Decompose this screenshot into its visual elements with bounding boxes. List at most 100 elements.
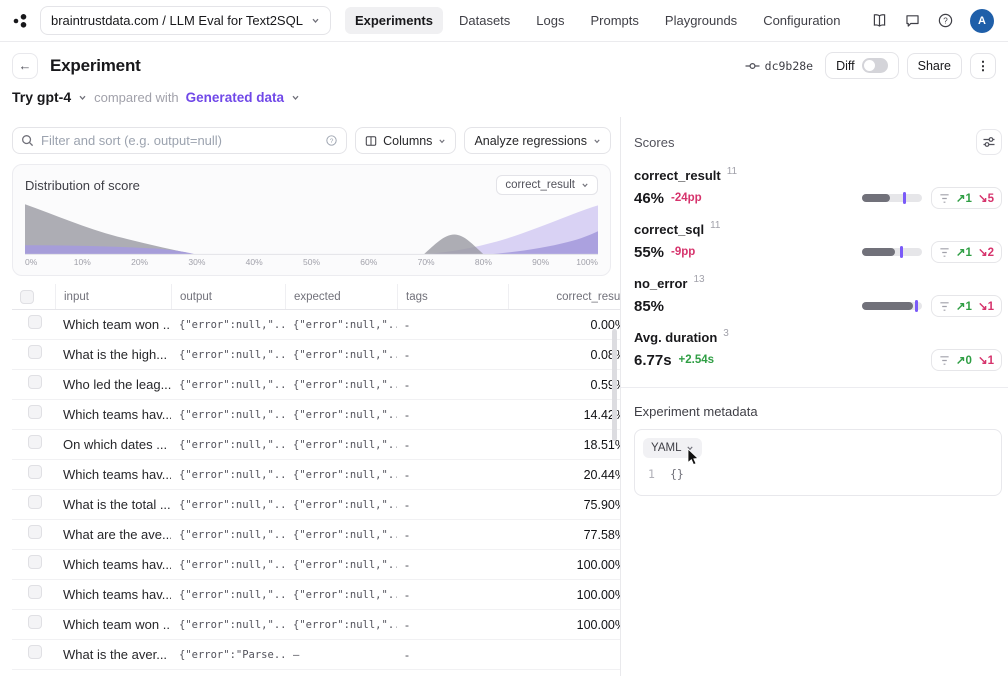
row-checkbox[interactable]: [28, 345, 42, 359]
baseline-selector[interactable]: Generated data: [186, 90, 284, 105]
row-checkbox[interactable]: [28, 645, 42, 659]
regressions-pill[interactable]: ↗0 ↘1: [931, 349, 1002, 371]
table-row[interactable]: What is the total ... {"error":null,"...…: [12, 490, 621, 520]
tab-prompts[interactable]: Prompts: [581, 7, 649, 34]
cell-output[interactable]: {"error":null,"...: [171, 379, 285, 391]
tab-datasets[interactable]: Datasets: [449, 7, 520, 34]
cell-input[interactable]: What is the high...: [55, 347, 171, 362]
row-checkbox[interactable]: [28, 465, 42, 479]
cell-output[interactable]: {"error":"Parse...: [171, 649, 285, 661]
project-selector[interactable]: braintrustdata.com / LLM Eval for Text2S…: [40, 6, 331, 35]
cell-expected[interactable]: {"error":null,"...: [285, 589, 397, 601]
metadata-code[interactable]: {}: [670, 467, 684, 481]
row-checkbox[interactable]: [28, 495, 42, 509]
row-checkbox[interactable]: [28, 525, 42, 539]
scores-settings-button[interactable]: [976, 129, 1002, 155]
cell-input[interactable]: Which teams hav...: [55, 557, 171, 572]
more-options-button[interactable]: ⋮: [970, 53, 996, 79]
docs-book-icon[interactable]: [871, 12, 888, 29]
table-row[interactable]: Which teams hav... {"error":null,"... {"…: [12, 550, 621, 580]
chevron-down-icon[interactable]: [291, 93, 300, 102]
table-row[interactable]: What is the aver... {"error":"Parse... –…: [12, 640, 621, 670]
cell-expected[interactable]: {"error":null,"...: [285, 379, 397, 391]
regressions-pill[interactable]: ↗1 ↘2: [931, 241, 1002, 263]
regressions-pill[interactable]: ↗1 ↘5: [931, 187, 1002, 209]
cell-expected[interactable]: {"error":null,"...: [285, 439, 397, 451]
share-button[interactable]: Share: [907, 53, 962, 79]
cell-output[interactable]: {"error":null,"...: [171, 409, 285, 421]
cell-output[interactable]: {"error":null,"...: [171, 349, 285, 361]
distribution-score-select[interactable]: correct_result: [496, 175, 598, 195]
cell-input[interactable]: On which dates ...: [55, 437, 171, 452]
table-row[interactable]: On which dates ... {"error":null,"... {"…: [12, 430, 621, 460]
diff-toggle-button[interactable]: Diff: [825, 52, 899, 79]
analyze-regressions-button[interactable]: Analyze regressions: [464, 127, 611, 154]
back-button[interactable]: ←: [12, 53, 38, 79]
cell-expected[interactable]: {"error":null,"...: [285, 619, 397, 631]
row-checkbox[interactable]: [28, 435, 42, 449]
cell-input[interactable]: Which teams hav...: [55, 587, 171, 602]
table-row[interactable]: Who led the leag... {"error":null,"... {…: [12, 370, 621, 400]
cell-output[interactable]: {"error":null,"...: [171, 439, 285, 451]
row-checkbox[interactable]: [28, 615, 42, 629]
cell-input[interactable]: What is the total ...: [55, 497, 171, 512]
cell-input[interactable]: Which team won ...: [55, 617, 171, 632]
tab-logs[interactable]: Logs: [526, 7, 574, 34]
chevron-down-icon[interactable]: [78, 93, 87, 102]
metric-count: 11: [710, 220, 720, 231]
cell-input[interactable]: Who led the leag...: [55, 377, 171, 392]
cell-input[interactable]: What are the ave...: [55, 527, 171, 542]
table-row[interactable]: Which teams hav... {"error":null,"... {"…: [12, 580, 621, 610]
commit-ref[interactable]: dc9b28e: [745, 59, 813, 73]
tab-playgrounds[interactable]: Playgrounds: [655, 7, 747, 34]
cell-input[interactable]: Which teams hav...: [55, 407, 171, 422]
cell-expected[interactable]: {"error":null,"...: [285, 409, 397, 421]
cell-output[interactable]: {"error":null,"...: [171, 589, 285, 601]
cell-output[interactable]: {"error":null,"...: [171, 499, 285, 511]
cell-input[interactable]: Which team won ...: [55, 317, 171, 332]
row-checkbox[interactable]: [28, 555, 42, 569]
cell-expected[interactable]: {"error":null,"...: [285, 319, 397, 331]
table-row[interactable]: What are the ave... {"error":null,"... {…: [12, 520, 621, 550]
col-header-output[interactable]: output: [171, 284, 285, 309]
cell-input[interactable]: What is the aver...: [55, 647, 171, 662]
help-icon[interactable]: ?: [937, 12, 954, 29]
cell-expected[interactable]: {"error":null,"...: [285, 349, 397, 361]
table-row[interactable]: What is the high... {"error":null,"... {…: [12, 340, 621, 370]
select-all-checkbox[interactable]: [20, 290, 34, 304]
row-checkbox[interactable]: [28, 375, 42, 389]
cell-output[interactable]: {"error":null,"...: [171, 529, 285, 541]
row-checkbox[interactable]: [28, 315, 42, 329]
cell-expected[interactable]: {"error":null,"...: [285, 469, 397, 481]
row-checkbox[interactable]: [28, 405, 42, 419]
cell-expected[interactable]: {"error":null,"...: [285, 559, 397, 571]
columns-button[interactable]: Columns: [355, 127, 456, 154]
table-scrollbar[interactable]: [612, 329, 617, 441]
filter-help-icon[interactable]: ?: [325, 134, 338, 147]
feedback-chat-icon[interactable]: [904, 12, 921, 29]
table-row[interactable]: Which team won ... {"error":null,"... {"…: [12, 310, 621, 340]
experiment-selector[interactable]: Try gpt-4: [12, 89, 71, 105]
col-header-tags[interactable]: tags: [397, 284, 508, 309]
table-row[interactable]: Which team won ... {"error":null,"... {"…: [12, 610, 621, 640]
cell-expected[interactable]: –: [285, 649, 397, 661]
col-header-expected[interactable]: expected: [285, 284, 397, 309]
cell-output[interactable]: {"error":null,"...: [171, 559, 285, 571]
tab-experiments[interactable]: Experiments: [345, 7, 443, 34]
table-row[interactable]: Which teams hav... {"error":null,"... {"…: [12, 400, 621, 430]
cell-output[interactable]: {"error":null,"...: [171, 319, 285, 331]
cell-input[interactable]: Which teams hav...: [55, 467, 171, 482]
table-row[interactable]: Which teams hav... {"error":null,"... {"…: [12, 460, 621, 490]
cell-expected[interactable]: {"error":null,"...: [285, 529, 397, 541]
avatar[interactable]: A: [970, 9, 994, 33]
cell-output[interactable]: {"error":null,"...: [171, 469, 285, 481]
regressions-pill[interactable]: ↗1 ↘1: [931, 295, 1002, 317]
col-header-input[interactable]: input: [55, 284, 171, 309]
col-header-correct-result[interactable]: correct_result: [508, 284, 621, 309]
cell-expected[interactable]: {"error":null,"...: [285, 499, 397, 511]
diff-toggle-switch[interactable]: [862, 58, 888, 73]
row-checkbox[interactable]: [28, 585, 42, 599]
tab-configuration[interactable]: Configuration: [753, 7, 850, 34]
cell-output[interactable]: {"error":null,"...: [171, 619, 285, 631]
filter-input[interactable]: Filter and sort (e.g. output=null) ?: [12, 127, 347, 154]
